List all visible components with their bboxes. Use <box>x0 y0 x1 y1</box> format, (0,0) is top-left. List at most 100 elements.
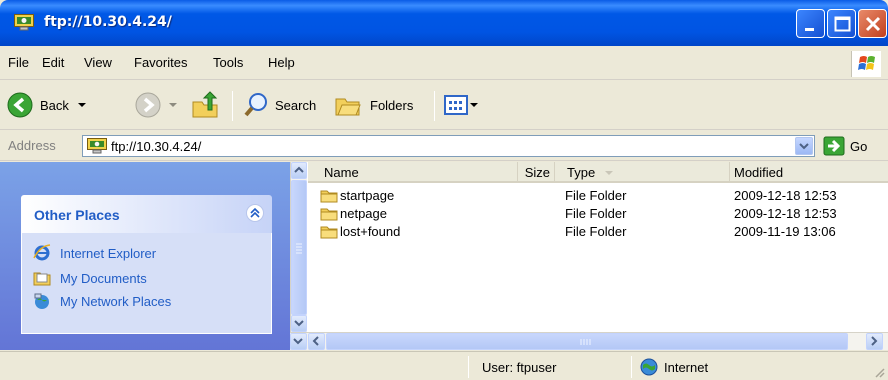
chevron-down-icon <box>169 103 177 107</box>
scroll-left-button[interactable] <box>308 333 325 350</box>
column-name[interactable]: Name <box>308 162 518 183</box>
status-separator <box>468 356 469 378</box>
file-name: netpage <box>340 206 387 221</box>
internet-globe-icon <box>640 358 658 376</box>
column-type-label: Type <box>567 165 596 180</box>
menu-edit[interactable]: Edit <box>42 55 64 70</box>
up-button[interactable] <box>190 81 220 129</box>
maximize-button[interactable] <box>827 9 856 38</box>
place-label: My Documents <box>60 270 147 286</box>
status-zone: Internet <box>664 360 709 375</box>
column-type[interactable]: Type <box>555 162 730 183</box>
file-row[interactable]: startpage File Folder 2009-12-18 12:53 <box>308 187 888 205</box>
forward-button[interactable] <box>134 81 180 129</box>
sort-arrow-icon <box>605 171 614 175</box>
grip-icon <box>296 243 302 254</box>
toolbar-separator <box>434 91 435 121</box>
other-places-title: Other Places <box>34 207 120 223</box>
chevron-down-icon <box>470 103 478 107</box>
resize-grip-icon[interactable] <box>872 365 886 379</box>
back-button[interactable]: Back <box>6 81 89 129</box>
toolbar-separator <box>232 91 233 121</box>
task-pane: Other Places Internet Explorer My Docume… <box>0 162 290 350</box>
scroll-corner-down-button[interactable] <box>290 333 307 350</box>
other-places-header[interactable]: Other Places <box>21 195 272 233</box>
place-my-documents[interactable]: My Documents <box>33 268 147 288</box>
horizontal-scroll-thumb[interactable] <box>326 333 848 350</box>
left-vertical-scrollbar[interactable] <box>290 162 307 332</box>
magnifier-icon <box>244 93 267 117</box>
window-title: ftp://10.30.4.24/ <box>44 14 172 30</box>
file-modified: 2009-11-19 13:06 <box>734 224 836 239</box>
place-internet-explorer[interactable]: Internet Explorer <box>33 243 156 263</box>
column-modified[interactable]: Modified <box>730 162 888 183</box>
horizontal-scrollbar[interactable] <box>290 332 888 350</box>
address-value: ftp://10.30.4.24/ <box>111 139 202 154</box>
chevron-down-icon <box>77 103 86 107</box>
scroll-up-button[interactable] <box>291 162 307 179</box>
file-row[interactable]: netpage File Folder 2009-12-18 12:53 <box>308 205 888 223</box>
file-name-cell: startpage <box>320 188 394 203</box>
column-header: Name Size Type Modified <box>308 162 888 183</box>
back-arrow-icon <box>7 92 33 118</box>
file-list: Name Size Type Modified startpage File F… <box>308 162 888 332</box>
folder-icon <box>320 190 338 202</box>
forward-arrow-icon <box>135 92 161 118</box>
scroll-thumb[interactable] <box>291 180 307 315</box>
views-icon <box>444 95 468 115</box>
place-label: My Network Places <box>60 293 172 309</box>
menu-help[interactable]: Help <box>268 55 295 70</box>
minimize-button[interactable] <box>796 9 825 38</box>
collapse-button[interactable] <box>246 204 264 222</box>
other-places-body: Internet Explorer My Documents My Networ… <box>21 233 272 334</box>
grip-icon <box>580 339 591 345</box>
folders-label: Folders <box>370 97 414 113</box>
menu-tools[interactable]: Tools <box>213 55 243 70</box>
place-label: Internet Explorer <box>60 245 157 261</box>
chevron-right-icon <box>871 336 878 346</box>
ftp-folder-icon <box>87 138 107 154</box>
scroll-right-button[interactable] <box>866 333 883 350</box>
address-label: Address <box>8 138 56 153</box>
menu-view[interactable]: View <box>84 55 112 70</box>
search-button[interactable]: Search <box>243 81 316 129</box>
place-my-network-places[interactable]: My Network Places <box>33 291 171 311</box>
back-label: Back <box>40 97 69 113</box>
ftp-folder-icon <box>14 14 34 31</box>
folder-icon <box>320 226 338 238</box>
windows-logo-icon <box>851 51 881 77</box>
status-user: User: ftpuser <box>482 360 557 375</box>
folders-button[interactable]: Folders <box>334 81 413 129</box>
views-button[interactable] <box>443 81 479 129</box>
my-documents-icon <box>33 272 51 286</box>
status-separator <box>631 356 632 378</box>
title-bar[interactable]: ftp://10.30.4.24/ <box>0 0 888 46</box>
chevron-left-icon <box>312 336 319 346</box>
search-label: Search <box>275 97 317 113</box>
menu-favorites[interactable]: Favorites <box>134 55 187 70</box>
file-modified: 2009-12-18 12:53 <box>734 206 837 221</box>
internet-explorer-icon <box>33 244 51 261</box>
close-button[interactable] <box>858 9 887 38</box>
column-size[interactable]: Size <box>518 162 555 183</box>
double-chevron-up-icon <box>250 207 260 218</box>
file-name-cell: lost+found <box>320 224 400 239</box>
address-input[interactable]: ftp://10.30.4.24/ <box>82 135 815 157</box>
folder-icon <box>320 208 338 220</box>
address-dropdown-button[interactable] <box>795 137 813 155</box>
network-places-icon <box>34 293 49 309</box>
scroll-down-button[interactable] <box>291 315 307 332</box>
file-name-cell: netpage <box>320 206 387 221</box>
address-bar: Address ftp://10.30.4.24/ Go <box>0 131 888 161</box>
file-row[interactable]: lost+found File Folder 2009-11-19 13:06 <box>308 223 888 241</box>
file-name: lost+found <box>340 224 401 239</box>
go-arrow-icon <box>823 136 845 156</box>
menu-file[interactable]: File <box>8 55 29 70</box>
up-folder-icon <box>192 91 218 118</box>
file-type: File Folder <box>565 206 627 221</box>
chevron-down-icon <box>293 338 303 345</box>
toolbar: Back Search Folders <box>0 81 888 130</box>
go-button[interactable]: Go <box>823 136 867 156</box>
go-label: Go <box>850 138 868 154</box>
file-type: File Folder <box>565 188 627 203</box>
